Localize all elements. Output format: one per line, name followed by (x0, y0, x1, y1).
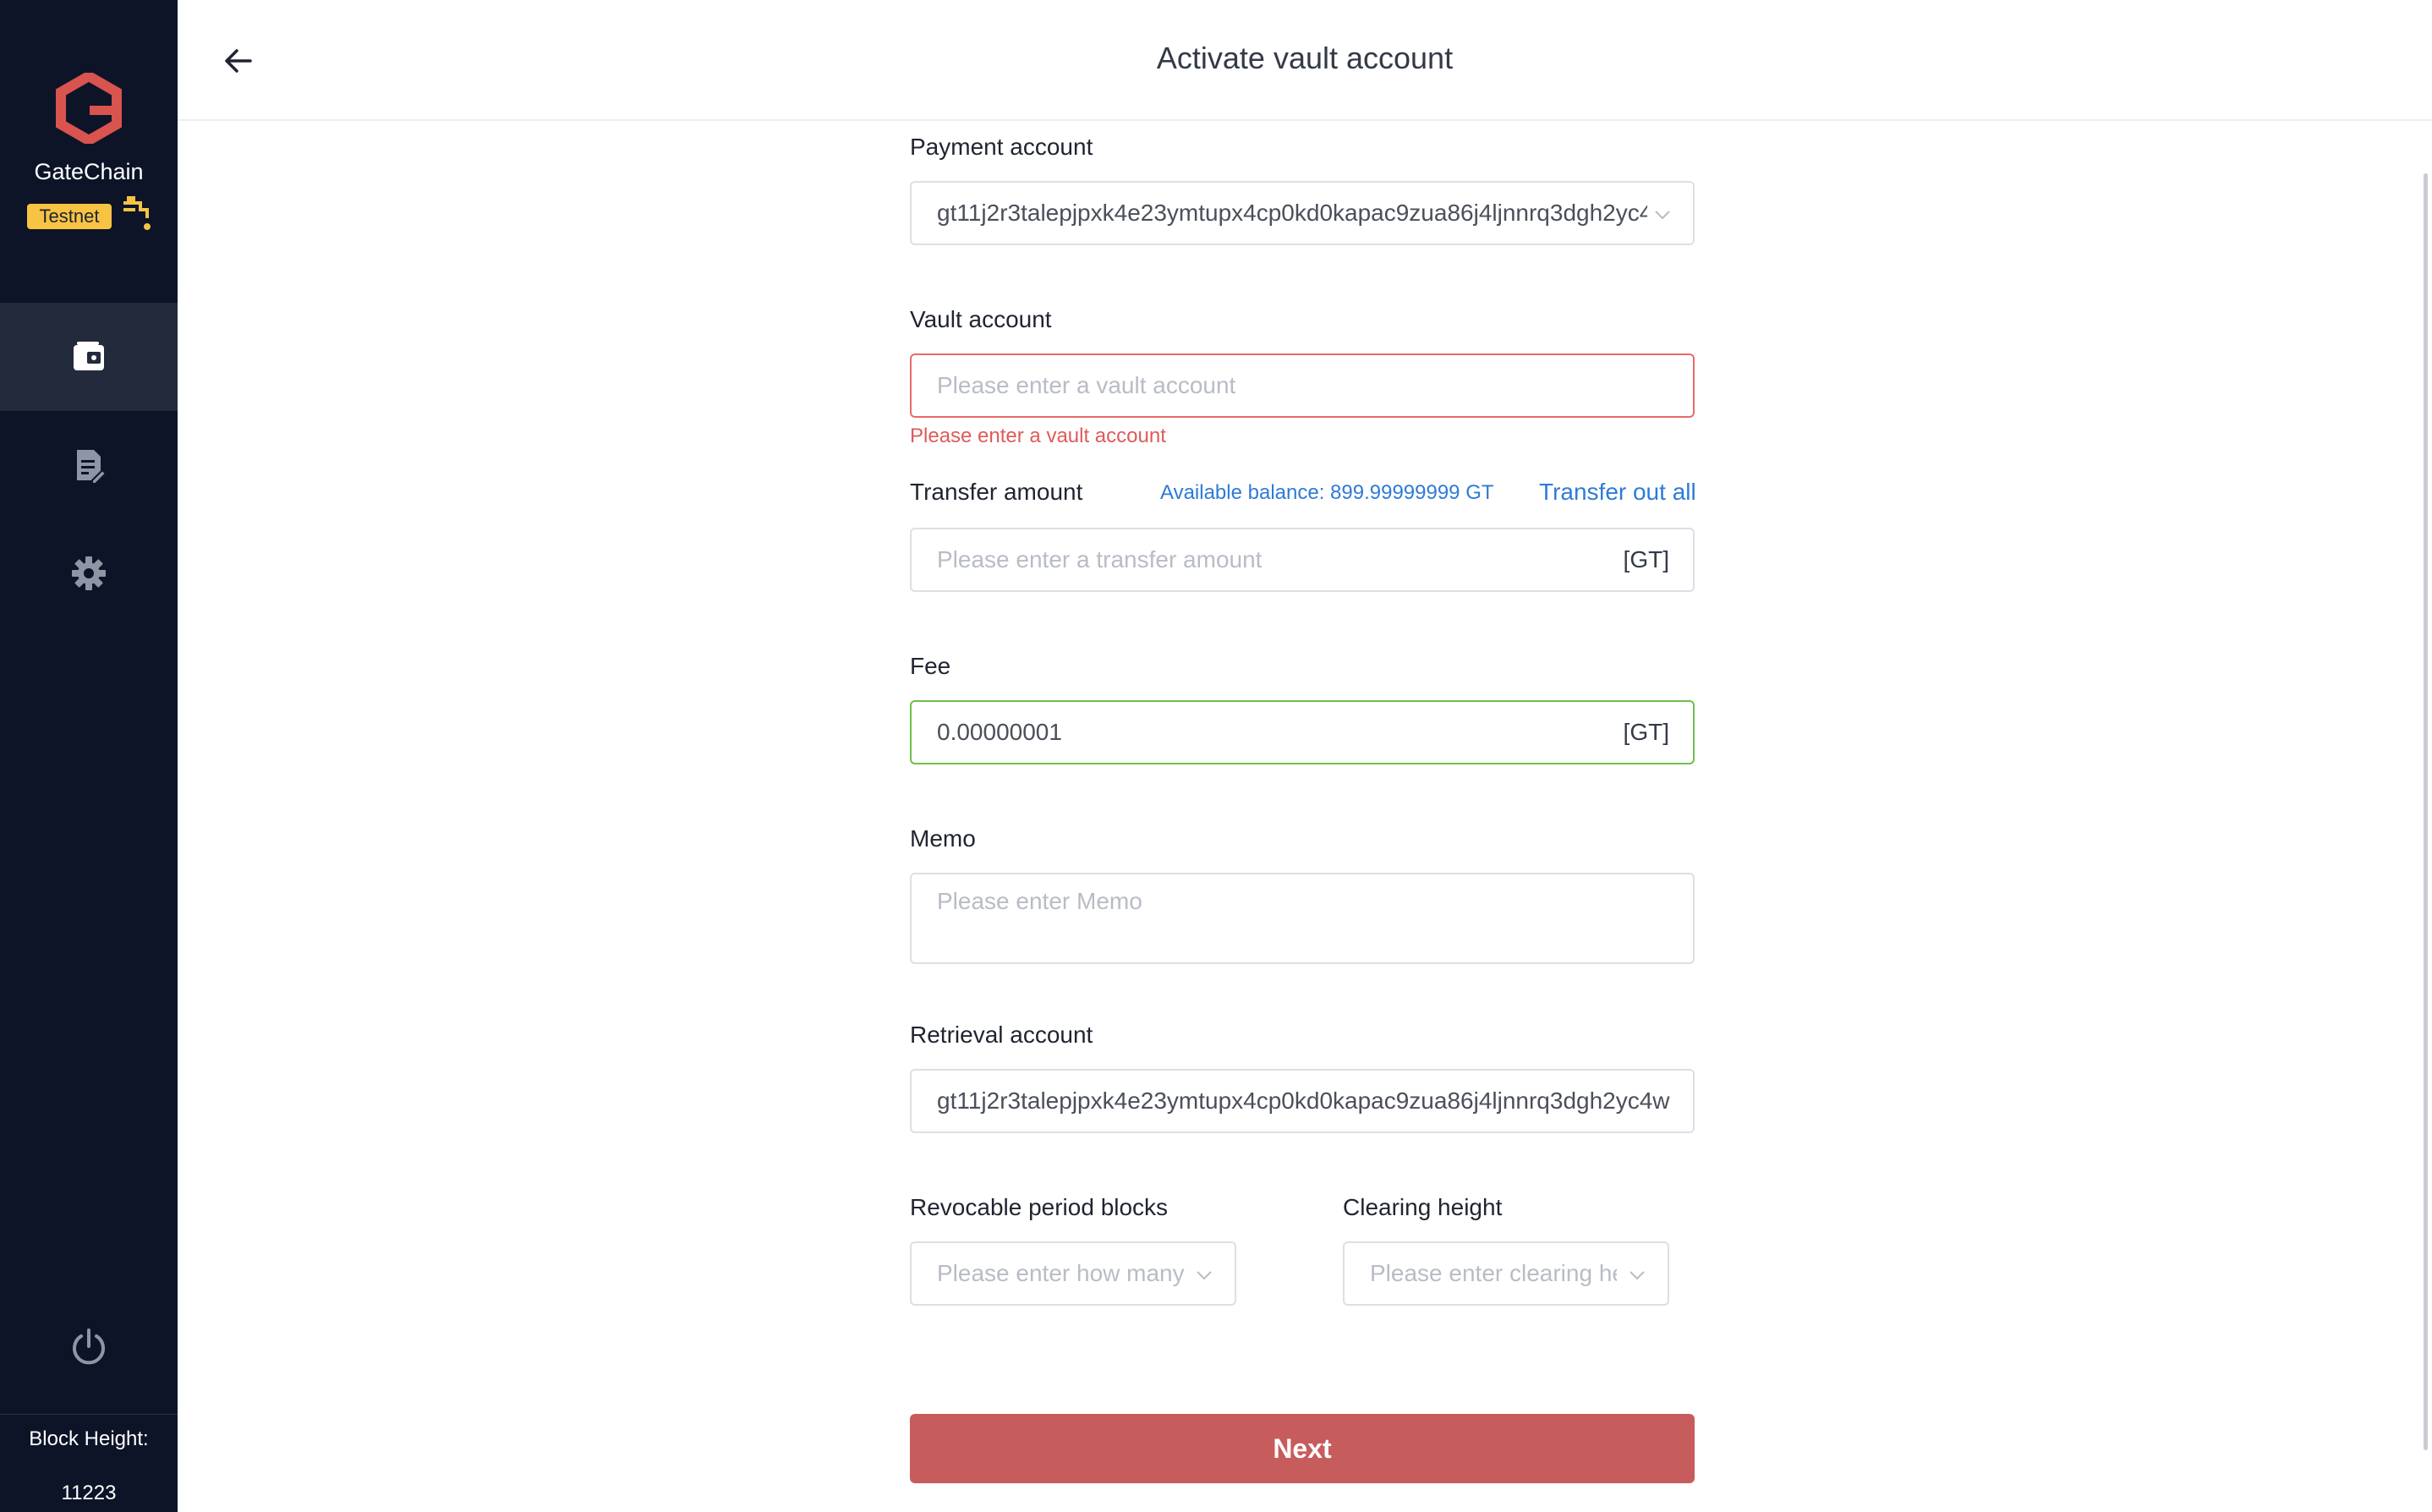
next-button[interactable]: Next (910, 1414, 1695, 1483)
clearing-height-select[interactable]: Please enter clearing he (1343, 1241, 1669, 1306)
fee-label: Fee (910, 653, 951, 679)
fee-input[interactable]: 0.00000001 [GT] (910, 700, 1695, 764)
faucet-icon[interactable] (120, 194, 154, 235)
document-edit-icon (77, 450, 107, 484)
payment-account-select[interactable]: gt11j2r3talepjpxk4e23ymtupx4cp0kd0kapac9… (910, 181, 1695, 245)
gatechain-logo-icon (56, 73, 122, 144)
gear-icon (72, 556, 106, 590)
wallet-icon (74, 342, 104, 370)
nav-wallet[interactable] (0, 303, 178, 411)
chevron-down-icon (1655, 211, 1670, 220)
available-balance: Available balance: 899.99999999 GT (1160, 481, 1494, 504)
retrieval-account-input[interactable]: gt11j2r3talepjpxk4e23ymtupx4cp0kd0kapac9… (910, 1069, 1695, 1133)
clearing-height-label: Clearing height (1343, 1194, 1503, 1220)
scrollbar[interactable] (2424, 173, 2428, 1450)
vault-account-label: Vault account (910, 306, 1052, 332)
transfer-amount-label: Transfer amount (910, 479, 1083, 505)
memo-label: Memo (910, 825, 976, 852)
nav-transactions[interactable] (0, 411, 178, 519)
transfer-out-all-link[interactable]: Transfer out all (1539, 479, 1696, 506)
vault-account-input[interactable]: Please enter a vault account (910, 353, 1695, 418)
power-icon[interactable] (68, 1326, 110, 1368)
brand-name: GateChain (34, 159, 144, 184)
page-header: Activate vault account (178, 0, 2432, 121)
network-badge: Testnet (27, 204, 112, 229)
revocable-period-label: Revocable period blocks (910, 1194, 1169, 1220)
sidebar: GateChain Testnet Block Height: 11223 (0, 0, 178, 1512)
vault-account-error: Please enter a vault account (910, 425, 1166, 447)
block-height-label: Block Height: (29, 1427, 149, 1450)
transfer-amount-input[interactable]: Please enter a transfer amount [GT] (910, 528, 1695, 592)
sidebar-divider (0, 1414, 178, 1415)
revocable-period-placeholder: Please enter how many (937, 1260, 1185, 1286)
vault-account-placeholder: Please enter a vault account (937, 372, 1236, 398)
chevron-down-icon (1197, 1271, 1212, 1280)
retrieval-account-value: gt11j2r3talepjpxk4e23ymtupx4cp0kd0kapac9… (937, 1087, 1670, 1114)
revocable-period-select[interactable]: Please enter how many (910, 1241, 1236, 1306)
memo-textarea[interactable]: Please enter Memo (910, 873, 1695, 964)
page-title: Activate vault account (1156, 41, 1454, 75)
clearing-height-placeholder: Please enter clearing he (1370, 1260, 1617, 1286)
retrieval-account-label: Retrieval account (910, 1022, 1093, 1048)
chevron-down-icon (1630, 1271, 1645, 1280)
transfer-amount-placeholder: Please enter a transfer amount (937, 546, 1263, 572)
block-height-value: 11223 (61, 1482, 117, 1504)
fee-value: 0.00000001 (937, 719, 1062, 745)
payment-account-label: Payment account (910, 134, 1093, 160)
memo-placeholder: Please enter Memo (937, 890, 1142, 913)
payment-account-value: gt11j2r3talepjpxk4e23ymtupx4cp0kd0kapac9… (937, 200, 1647, 226)
nav-settings[interactable] (0, 519, 178, 627)
transfer-amount-unit: [GT] (1623, 546, 1669, 572)
fee-unit: [GT] (1623, 719, 1669, 745)
